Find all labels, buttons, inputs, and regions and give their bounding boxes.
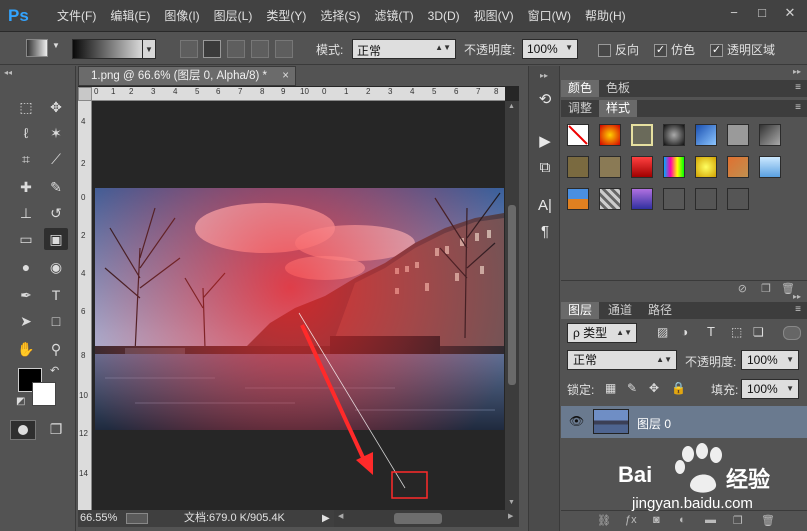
watermark-brand-suffix: 经验 (726, 467, 771, 492)
style-swatch[interactable] (599, 156, 621, 178)
shape-filter-icon[interactable]: ⬚ (731, 325, 742, 339)
layer-opacity-label: 不透明度: (685, 355, 737, 369)
document-size: 文档:679.0 K/905.4K (184, 512, 285, 524)
style-swatch-selected[interactable] (631, 124, 653, 146)
actions-panel-icon[interactable]: ▶ (532, 130, 558, 154)
layer-filter-value: ρ 类型 (573, 326, 608, 340)
panel-menu-icon[interactable]: ≡ (795, 102, 801, 113)
watermark-url: jingyan.baidu.com (632, 495, 753, 512)
style-swatch[interactable] (567, 156, 589, 178)
smart-object-filter-icon[interactable]: ❏ (753, 325, 764, 339)
horizontal-scroll-thumb[interactable] (394, 513, 442, 524)
paragraph-panel-icon[interactable]: ¶ (532, 220, 558, 244)
scroll-right-icon[interactable]: ▶ (508, 512, 513, 520)
lock-label: 锁定: (567, 383, 595, 397)
layer-name[interactable]: 图层 0 (637, 415, 671, 432)
style-swatch[interactable] (695, 124, 717, 146)
filter-toggle[interactable] (783, 326, 801, 340)
layers-panel-header: 图层 通道 路径 ≡ (561, 302, 807, 319)
style-swatch[interactable] (695, 156, 717, 178)
red-arrow-head (356, 452, 373, 475)
lock-transparency-icon[interactable]: ▦ (605, 381, 616, 395)
history-panel-icon[interactable]: ⟲ (532, 88, 558, 112)
expand-dock-icon[interactable]: ▸▸ (529, 66, 559, 86)
layer-row[interactable]: 👁 图层 0 (561, 406, 807, 438)
panel-menu-icon[interactable]: ≡ (795, 304, 801, 315)
layer-thumbnail (593, 409, 629, 434)
status-menu-arrow-icon[interactable]: ▶ (322, 510, 330, 527)
styles-panel-header: 调整 样式 ≡ (561, 100, 807, 117)
gradient-drag-line (298, 312, 406, 489)
chevron-down-icon: ▲▼ (656, 355, 672, 364)
style-swatch[interactable] (631, 156, 653, 178)
fill-field[interactable]: 100% ▼ (741, 379, 799, 399)
tab-channels[interactable]: 通道 (601, 302, 639, 319)
styles-footer: ⊘ ❐ 🗑 (561, 280, 807, 296)
vertical-scroll-thumb[interactable] (508, 205, 516, 385)
tab-adjustments[interactable]: 调整 (561, 100, 599, 117)
pixel-filter-icon[interactable]: ▨ (657, 325, 668, 339)
panel-dock: ▸▸ ⟲ ▶ ⧉ A| ¶ (528, 66, 560, 531)
status-preview-icon[interactable] (126, 513, 148, 524)
style-swatch[interactable] (759, 124, 781, 146)
scroll-up-icon[interactable]: ▲ (508, 103, 515, 110)
tab-color[interactable]: 颜色 (561, 80, 600, 97)
style-swatch[interactable] (599, 124, 621, 146)
character-panel-icon[interactable]: A| (532, 194, 558, 218)
fill-label: 填充: (711, 383, 739, 397)
chevron-down-icon: ▼ (786, 384, 794, 393)
watermark-brand: Bai (618, 462, 653, 487)
lock-all-icon[interactable]: 🔒 (671, 381, 686, 395)
tab-paths[interactable]: 路径 (641, 302, 679, 319)
style-swatch[interactable] (599, 188, 621, 210)
zoom-level[interactable]: 66.55% (80, 510, 117, 527)
chevron-down-icon: ▲▼ (616, 328, 632, 337)
layer-blend-mode-select[interactable]: 正常 ▲▼ (567, 350, 677, 370)
panel-menu-icon[interactable]: ≡ (795, 82, 801, 93)
lock-position-icon[interactable]: ✥ (649, 381, 659, 395)
adjustment-filter-icon[interactable]: ◑ (681, 325, 688, 339)
style-swatch[interactable] (663, 188, 685, 210)
scroll-down-icon[interactable]: ▼ (508, 499, 515, 506)
properties-panel-icon[interactable]: ⧉ (532, 156, 558, 180)
style-swatch[interactable] (695, 188, 717, 210)
lock-pixels-icon[interactable]: ✎ (627, 381, 637, 395)
red-arrow-shaft (300, 324, 367, 463)
style-none-swatch[interactable] (567, 124, 589, 146)
status-bar: 66.55% 文档:679.0 K/905.4K ▶ (78, 510, 334, 527)
layer-filter-select[interactable]: ρ 类型 ▲▼ (567, 323, 637, 343)
eye-icon[interactable]: 👁 (569, 414, 584, 428)
style-swatch[interactable] (727, 124, 749, 146)
style-swatch[interactable] (663, 156, 685, 178)
clear-style-icon[interactable]: ⊘ (738, 282, 747, 295)
layer-blend-mode-value: 正常 (573, 353, 598, 367)
tab-swatches[interactable]: 色板 (599, 80, 637, 97)
style-swatch[interactable] (759, 156, 781, 178)
layer-opacity-field[interactable]: 100% ▼ (741, 350, 799, 370)
type-filter-icon[interactable]: T (707, 324, 715, 339)
collapse-layers-icon[interactable]: ▸▸ (793, 292, 801, 301)
layer-opacity-value: 100% (747, 353, 778, 367)
scroll-left-icon[interactable]: ◀ (338, 512, 343, 520)
tab-styles[interactable]: 样式 (599, 100, 638, 117)
style-swatch[interactable] (727, 188, 749, 210)
style-swatch[interactable] (631, 188, 653, 210)
baidu-watermark: Bai 经验 jingyan.baidu.com (606, 440, 806, 520)
color-panel-header: 颜色 色板 ≡ (561, 80, 807, 97)
style-swatch[interactable] (663, 124, 685, 146)
style-swatch[interactable] (727, 156, 749, 178)
collapse-panels-icon[interactable]: ▸▸ (793, 67, 801, 76)
style-swatch[interactable] (567, 188, 589, 210)
chevron-down-icon: ▼ (786, 355, 794, 364)
fill-value: 100% (747, 382, 778, 396)
tab-layers[interactable]: 图层 (561, 302, 600, 319)
new-style-icon[interactable]: ❐ (761, 282, 771, 295)
